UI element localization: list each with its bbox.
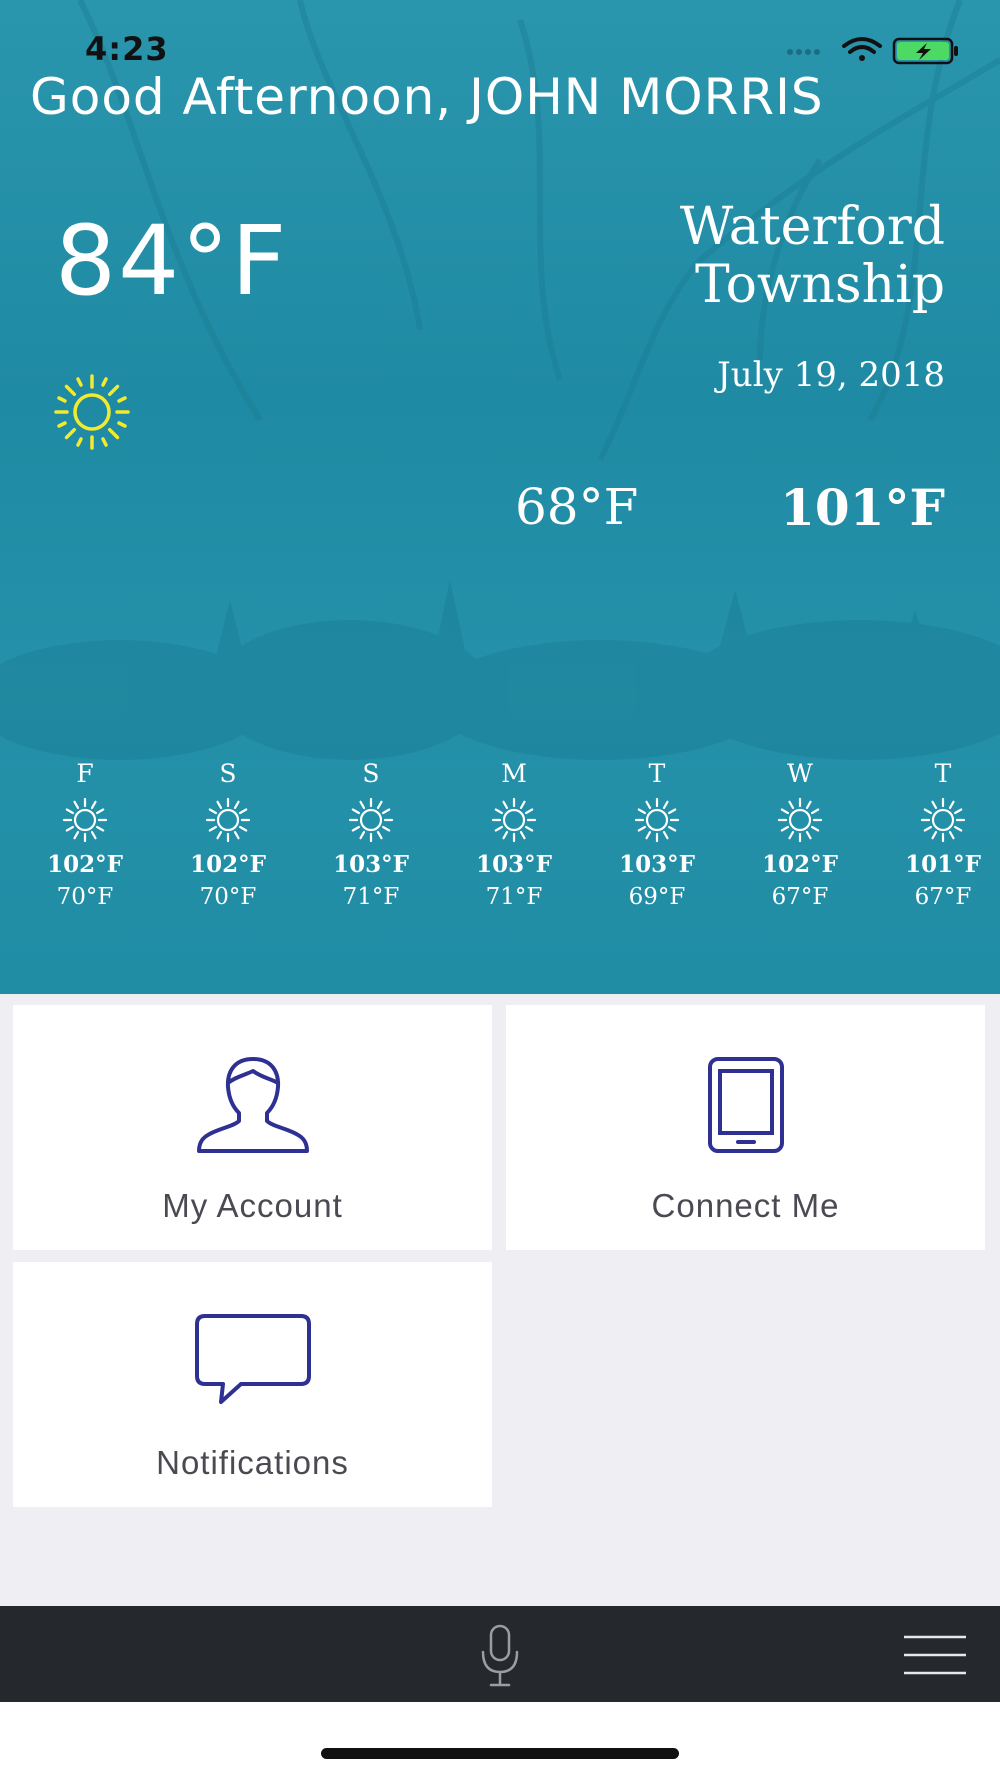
current-date: July 19, 2018 bbox=[717, 355, 945, 395]
forecast-low-temp: 69°F bbox=[628, 884, 686, 910]
sun-icon bbox=[491, 797, 537, 843]
menu-grid: My Account Connect Me Notifications bbox=[0, 994, 1000, 1606]
sun-icon bbox=[348, 797, 394, 843]
hamburger-menu-icon[interactable] bbox=[902, 1634, 968, 1676]
forecast-low-temp: 70°F bbox=[199, 884, 257, 910]
notifications-label: Notifications bbox=[156, 1444, 349, 1481]
location-name: Waterford Township bbox=[545, 198, 945, 314]
my-account-tile[interactable]: My Account bbox=[13, 1005, 492, 1250]
sun-icon bbox=[62, 797, 108, 843]
forecast-day: S 103°F 71°F bbox=[306, 758, 436, 912]
chat-bubble-icon bbox=[194, 1314, 311, 1404]
status-time: 4:23 bbox=[85, 30, 169, 68]
greeting-text: Good Afternoon, JOHN MORRIS bbox=[30, 68, 824, 126]
location-line-2: Township bbox=[694, 255, 945, 315]
microphone-icon[interactable] bbox=[478, 1624, 522, 1688]
forecast-day-label: S bbox=[362, 759, 380, 788]
weather-panel: 4:23 Good Afternoon, JOHN MORRIS 84°F Wa… bbox=[0, 0, 1000, 994]
forecast-day-label: F bbox=[76, 759, 94, 788]
forecast-high-temp: 103°F bbox=[619, 851, 695, 878]
status-icons bbox=[787, 37, 958, 65]
forecast-low-temp: 71°F bbox=[342, 884, 400, 910]
forecast-day-label: T bbox=[934, 759, 952, 788]
location-line-1: Waterford bbox=[679, 197, 945, 257]
forecast-day: F 102°F 70°F bbox=[20, 758, 150, 912]
forecast-high-temp: 102°F bbox=[190, 851, 266, 878]
today-high-temp: 101°F bbox=[780, 478, 945, 537]
forecast-day-label: W bbox=[787, 759, 813, 788]
tablet-icon bbox=[707, 1057, 784, 1153]
forecast-high-temp: 102°F bbox=[47, 851, 123, 878]
today-low-temp: 68°F bbox=[515, 478, 639, 536]
weekly-forecast: F 102°F 70°F S 102°F 70°F S 103°F 71°F M 103°F 71°F… bbox=[0, 758, 1000, 918]
forecast-day-label: T bbox=[648, 759, 666, 788]
forecast-day-label: S bbox=[219, 759, 237, 788]
forecast-day-label: M bbox=[501, 759, 527, 788]
signal-dots-icon bbox=[787, 49, 820, 55]
battery-charging-icon bbox=[892, 37, 958, 65]
forecast-low-temp: 67°F bbox=[771, 884, 829, 910]
forecast-high-temp: 103°F bbox=[333, 851, 409, 878]
home-indicator[interactable] bbox=[321, 1748, 679, 1759]
sun-icon bbox=[54, 374, 130, 450]
forecast-high-temp: 101°F bbox=[905, 851, 981, 878]
my-account-label: My Account bbox=[162, 1187, 343, 1224]
forecast-day: S 102°F 70°F bbox=[163, 758, 293, 912]
forecast-day: M 103°F 71°F bbox=[449, 758, 579, 912]
forecast-high-temp: 102°F bbox=[762, 851, 838, 878]
user-icon bbox=[196, 1057, 309, 1153]
forecast-low-temp: 71°F bbox=[485, 884, 543, 910]
forecast-high-temp: 103°F bbox=[476, 851, 552, 878]
current-temperature: 84°F bbox=[55, 205, 289, 317]
forecast-day: T 103°F 69°F bbox=[592, 758, 722, 912]
connect-me-tile[interactable]: Connect Me bbox=[506, 1005, 985, 1250]
forecast-day: T 101°F 67°F bbox=[878, 758, 1000, 912]
forecast-low-temp: 67°F bbox=[914, 884, 972, 910]
sun-icon bbox=[634, 797, 680, 843]
wifi-icon bbox=[842, 37, 882, 61]
sun-icon bbox=[920, 797, 966, 843]
sun-icon bbox=[205, 797, 251, 843]
bottom-toolbar bbox=[0, 1606, 1000, 1702]
forecast-day: W 102°F 67°F bbox=[735, 758, 865, 912]
forecast-low-temp: 70°F bbox=[56, 884, 114, 910]
connect-me-label: Connect Me bbox=[651, 1187, 840, 1224]
sun-icon bbox=[777, 797, 823, 843]
notifications-tile[interactable]: Notifications bbox=[13, 1262, 492, 1507]
